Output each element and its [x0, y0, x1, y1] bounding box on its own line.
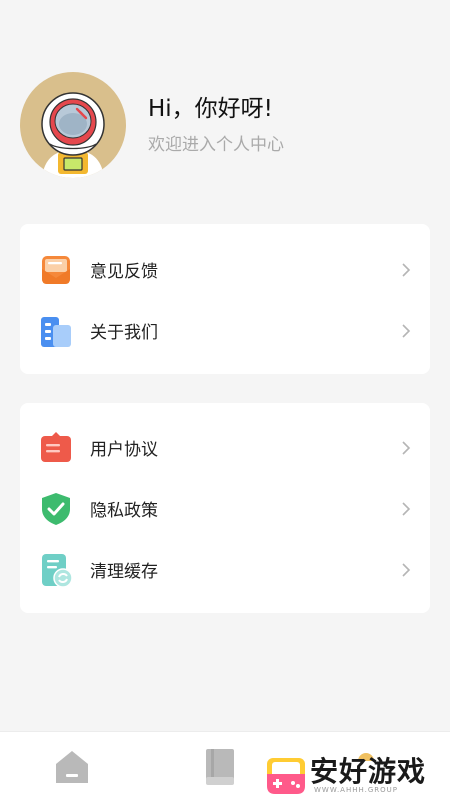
menu-item-user-agreement[interactable]: 用户协议: [20, 417, 430, 478]
shield-check-icon: [38, 491, 74, 527]
watermark: 安好游戏 WWW.AHHH.GROUP: [264, 748, 444, 798]
menu-card-2: 用户协议 隐私政策 清理缓存: [20, 403, 430, 613]
profile-header: Hi，你好呀! 欢迎进入个人中心: [20, 72, 430, 178]
watermark-subtext: WWW.AHHH.GROUP: [314, 786, 399, 794]
home-icon[interactable]: [53, 748, 91, 786]
agreement-icon: [38, 430, 74, 466]
menu-item-label: 用户协议: [90, 440, 158, 460]
chevron-right-icon: [400, 562, 412, 578]
astronaut-avatar-icon: [41, 92, 105, 178]
chevron-right-icon: [400, 440, 412, 456]
menu-item-label: 清理缓存: [90, 562, 158, 582]
greeting-text: Hi，你好呀!: [148, 96, 273, 122]
menu-item-label: 意见反馈: [90, 262, 158, 282]
menu-card-1: 意见反馈 关于我们: [20, 224, 430, 374]
avatar[interactable]: [20, 72, 126, 178]
book-icon[interactable]: [202, 747, 238, 787]
menu-item-about[interactable]: 关于我们: [20, 300, 430, 361]
chevron-right-icon: [400, 323, 412, 339]
menu-item-label: 隐私政策: [90, 501, 158, 521]
chevron-right-icon: [400, 262, 412, 278]
menu-item-label: 关于我们: [90, 323, 158, 343]
clear-cache-icon: [38, 552, 74, 588]
watermark-text: 安好游戏: [310, 755, 427, 788]
profile-text: Hi，你好呀! 欢迎进入个人中心: [148, 94, 284, 156]
menu-item-feedback[interactable]: 意见反馈: [20, 239, 430, 300]
menu-item-clear-cache[interactable]: 清理缓存: [20, 539, 430, 600]
profile-subtitle: 欢迎进入个人中心: [148, 135, 284, 155]
chevron-right-icon: [400, 501, 412, 517]
buildings-icon: [38, 313, 74, 349]
feedback-envelope-icon: [38, 252, 74, 288]
menu-item-privacy[interactable]: 隐私政策: [20, 478, 430, 539]
gamepad-logo-icon: [264, 752, 308, 796]
